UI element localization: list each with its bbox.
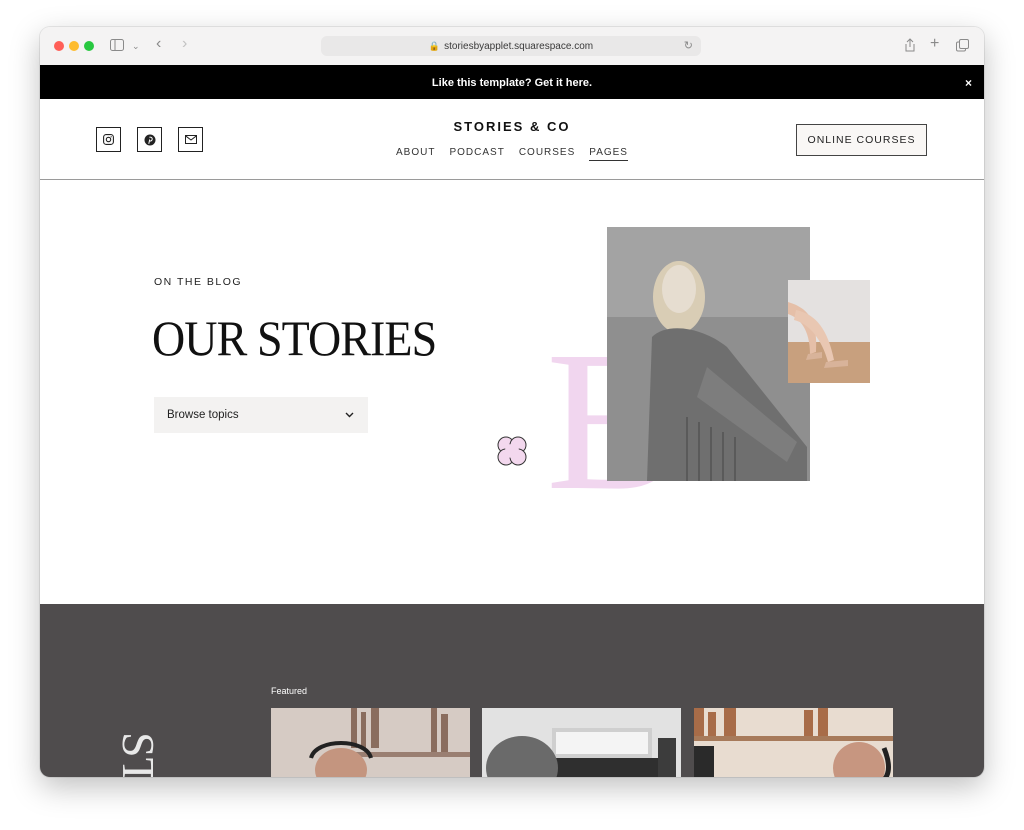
featured-card-3[interactable] bbox=[694, 708, 893, 777]
online-courses-button[interactable]: ONLINE COURSES bbox=[796, 124, 927, 156]
zoom-window-button[interactable] bbox=[84, 41, 94, 51]
announcement-bar: Like this template? Get it here. × bbox=[40, 65, 984, 99]
chevron-down-icon[interactable]: ⌄ bbox=[132, 39, 140, 53]
forward-button[interactable]: › bbox=[182, 36, 187, 52]
announcement-link[interactable]: Like this template? Get it here. bbox=[432, 77, 592, 89]
featured-label: Featured bbox=[271, 686, 308, 696]
site-header: STORIES & CO ABOUT PODCAST COURSES PAGES… bbox=[40, 101, 984, 180]
hero-section: ON THE BLOG OUR STORIES Browse topics B bbox=[40, 180, 984, 604]
share-icon[interactable] bbox=[904, 38, 916, 54]
address-bar[interactable]: 🔒 storiesbyapplet.squarespace.com ↻ bbox=[321, 36, 701, 56]
nav-podcast[interactable]: PODCAST bbox=[449, 147, 504, 161]
url-text: storiesbyapplet.squarespace.com bbox=[444, 41, 594, 52]
back-button[interactable]: ‹ bbox=[156, 36, 161, 52]
nav-about[interactable]: ABOUT bbox=[396, 147, 435, 161]
chevron-down-icon bbox=[345, 397, 354, 433]
browse-topics-label: Browse topics bbox=[167, 409, 239, 421]
tab-overview-icon[interactable] bbox=[956, 39, 969, 54]
featured-card-1[interactable] bbox=[271, 708, 470, 777]
browser-toolbar: ⌄ ‹ › 🔒 storiesbyapplet.squarespace.com ↻… bbox=[40, 27, 984, 66]
section-vertical-title: ST bbox=[113, 732, 164, 777]
featured-section: ST Featured bbox=[40, 604, 984, 777]
sidebar-toggle-icon[interactable] bbox=[110, 39, 124, 53]
browser-window: ⌄ ‹ › 🔒 storiesbyapplet.squarespace.com ↻… bbox=[40, 27, 984, 777]
nav-courses[interactable]: COURSES bbox=[519, 147, 575, 161]
minimize-window-button[interactable] bbox=[69, 41, 79, 51]
featured-card-2[interactable] bbox=[482, 708, 681, 777]
reload-icon[interactable]: ↻ bbox=[684, 36, 693, 56]
browse-topics-dropdown[interactable]: Browse topics bbox=[154, 397, 368, 433]
page-title: OUR STORIES bbox=[152, 310, 437, 366]
flower-divider-icon bbox=[492, 431, 532, 471]
new-tab-icon[interactable]: + bbox=[930, 36, 939, 52]
hero-eyebrow: ON THE BLOG bbox=[154, 276, 243, 288]
lock-icon: 🔒 bbox=[428, 41, 441, 51]
close-window-button[interactable] bbox=[54, 41, 64, 51]
close-icon[interactable]: × bbox=[965, 65, 972, 101]
hero-portrait-photo bbox=[607, 227, 810, 481]
shoes-photo bbox=[788, 280, 870, 383]
nav-pages[interactable]: PAGES bbox=[589, 147, 628, 161]
